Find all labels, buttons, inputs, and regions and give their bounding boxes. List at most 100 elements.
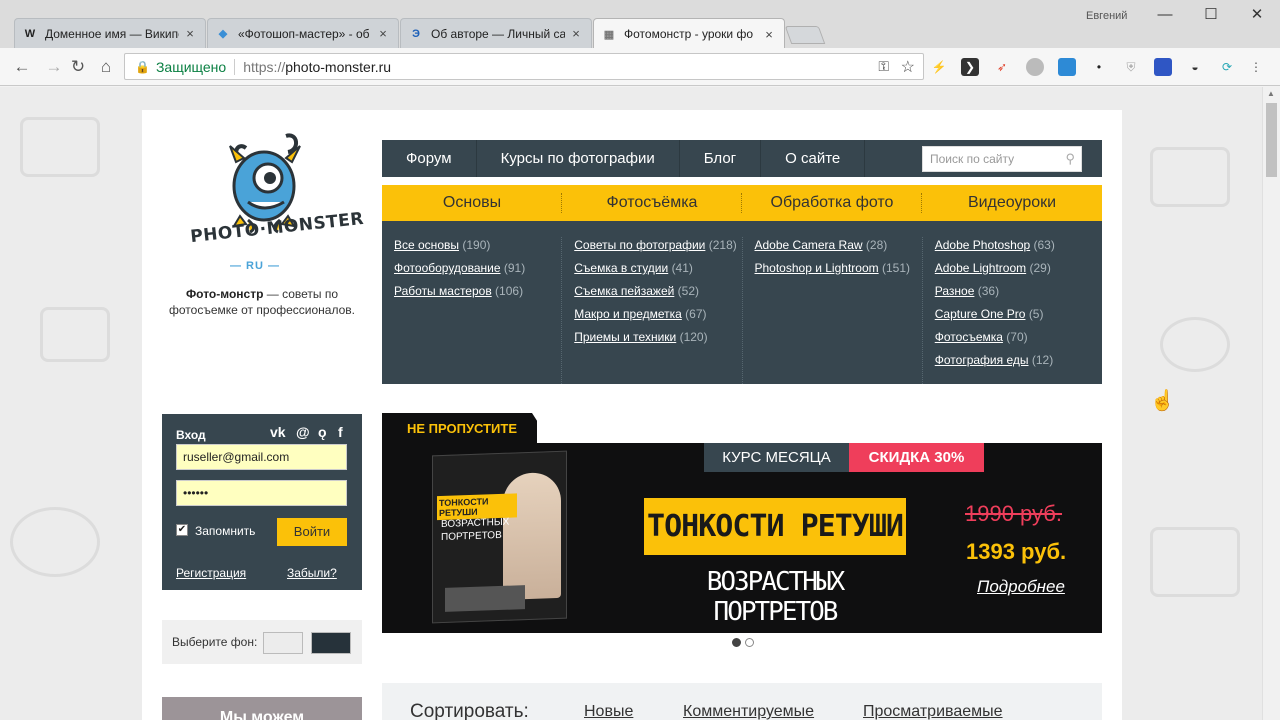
carousel-dot[interactable] [745, 638, 754, 647]
close-icon[interactable]: × [569, 26, 583, 41]
new-tab-button[interactable] [784, 26, 826, 44]
discount-badge: СКИДКА 30% [849, 443, 984, 472]
scroll-up-arrow-icon[interactable]: ▲ [1267, 89, 1275, 98]
category-link[interactable]: Приемы и техники (120) [574, 329, 741, 345]
monster-logo-icon[interactable] [188, 128, 338, 278]
scrollbar-thumb[interactable] [1266, 103, 1277, 177]
tab-photo-monster[interactable]: ▦ Фотомонстр - уроки фо × [593, 18, 785, 49]
close-icon[interactable]: × [762, 27, 776, 42]
cup-extension-icon[interactable]: ◒ [1186, 58, 1204, 76]
category-basics[interactable]: Основы [382, 185, 562, 221]
more-link[interactable]: Подробнее [977, 577, 1065, 597]
light-background-swatch[interactable] [263, 632, 303, 654]
close-window-button[interactable]: ✕ [1234, 4, 1280, 26]
tab-wikipedia[interactable]: W Доменное имя — Википедия × [14, 18, 206, 48]
sort-newest[interactable]: Новые [584, 703, 633, 720]
site-page: PHOTO·MONSTER — RU — Фото-монстр — совет… [142, 110, 1122, 720]
category-shooting[interactable]: Фотосъёмка [562, 185, 742, 221]
calendar-extension-icon[interactable] [1154, 58, 1172, 76]
odnoklassniki-icon[interactable]: ǫ [318, 424, 327, 440]
browser-toolbar: ← → ↻ ⌂ 🔒 Защищено https:// photo-monste… [0, 48, 1280, 86]
mail-icon[interactable]: @ [296, 424, 310, 440]
carousel-dots [732, 638, 754, 647]
facebook-icon[interactable]: f [338, 424, 343, 440]
vk-icon[interactable]: vk [270, 424, 286, 440]
nav-forum[interactable]: Форум [382, 140, 477, 177]
url-host: photo-monster.ru [285, 58, 392, 75]
close-icon[interactable]: × [376, 26, 390, 41]
register-link[interactable]: Регистрация [176, 566, 246, 580]
email-field[interactable] [176, 444, 347, 470]
tab-photoshop-master[interactable]: ◆ «Фотошоп-мастер» - об × [207, 18, 399, 48]
carousel-dot-active[interactable] [732, 638, 741, 647]
home-button[interactable]: ⌂ [95, 56, 117, 78]
key-icon[interactable]: ⚿ [878, 58, 889, 75]
login-button[interactable]: Войти [277, 518, 347, 546]
maximize-button[interactable]: ☐ [1188, 4, 1234, 26]
sort-viewed[interactable]: Просматриваемые [863, 703, 1003, 720]
globe-extension-icon[interactable] [1026, 58, 1044, 76]
sync-extension-icon[interactable]: ⟳ [1218, 58, 1236, 76]
category-link[interactable]: Съемка пейзажей (52) [574, 283, 741, 299]
page-scrollbar[interactable]: ▲ [1262, 87, 1280, 720]
sidebar-promo[interactable]: Мы можем [162, 697, 362, 720]
category-link[interactable]: Adobe Camera Raw (28) [755, 237, 922, 253]
category-video[interactable]: Видеоуроки [922, 185, 1102, 221]
tab-about-author[interactable]: Э Об авторе — Личный са × [400, 18, 592, 48]
nav-blog[interactable]: Блог [680, 140, 762, 177]
logo-ru: — RU — [230, 260, 280, 272]
password-field[interactable] [176, 480, 347, 506]
category-processing[interactable]: Обработка фото [742, 185, 922, 221]
category-link[interactable]: Capture One Pro (5) [935, 306, 1102, 322]
category-link[interactable]: Макро и предметка (67) [574, 306, 741, 322]
code-extension-icon[interactable]: ❯ [961, 58, 979, 76]
category-link[interactable]: Разное (36) [935, 283, 1102, 299]
bookmark-star-icon[interactable]: ☆ [901, 57, 915, 77]
forward-button[interactable]: → [43, 56, 65, 78]
profile-name[interactable]: Евгений [1086, 10, 1127, 22]
category-link[interactable]: Фотосъемка (70) [935, 329, 1102, 345]
lightning-extension-icon[interactable]: ⚡ [930, 58, 948, 76]
close-icon[interactable]: × [183, 26, 197, 41]
back-button[interactable]: ← [11, 56, 33, 78]
dark-background-swatch[interactable] [311, 632, 351, 654]
course-banner[interactable]: КУРС МЕСЯЦА СКИДКА 30% ТОНКОСТИ РЕТУШИ В… [382, 443, 1102, 633]
category-link[interactable]: Все основы (190) [394, 237, 561, 253]
forgot-password-link[interactable]: Забыли? [287, 566, 337, 580]
nav-about[interactable]: О сайте [761, 140, 866, 177]
category-column-basics: Все основы (190) Фотооборудование (91) Р… [382, 237, 563, 384]
background-camera-pattern [1160, 317, 1230, 372]
minimize-button[interactable]: — [1142, 4, 1188, 26]
category-link[interactable]: Фотография еды (12) [935, 352, 1102, 368]
remember-checkbox[interactable]: ✔ [176, 524, 188, 536]
arrow-extension-icon[interactable]: ➶ [993, 58, 1011, 76]
reload-button[interactable]: ↻ [67, 56, 89, 78]
hand-cursor-icon: ☝ [1150, 390, 1175, 412]
screenshot-extension-icon[interactable] [1058, 58, 1076, 76]
site-search-input[interactable]: Поиск по сайту ⚲ [922, 146, 1082, 172]
shield-extension-icon[interactable]: ⛨ [1122, 58, 1140, 76]
photo-monster-icon: ▦ [603, 28, 615, 41]
counter-extension-icon[interactable]: • [1090, 58, 1108, 76]
background-picker-label: Выберите фон: [172, 635, 258, 649]
category-link[interactable]: Съемка в студии (41) [574, 260, 741, 276]
photoshop-master-icon: ◆ [218, 28, 228, 40]
tab-title: Об авторе — Личный са [431, 26, 565, 41]
category-link[interactable]: Photoshop и Lightroom (151) [755, 260, 922, 276]
banner-headline: ТОНКОСТИ РЕТУШИ [644, 498, 906, 555]
search-icon[interactable]: ⚲ [1065, 147, 1075, 171]
remember-label: Запомнить [195, 524, 256, 538]
category-link[interactable]: Adobe Lightroom (29) [935, 260, 1102, 276]
wikipedia-icon: W [24, 27, 36, 40]
sort-commented[interactable]: Комментируемые [683, 703, 814, 720]
category-link[interactable]: Работы мастеров (106) [394, 283, 561, 299]
category-link[interactable]: Adobe Photoshop (63) [935, 237, 1102, 253]
category-column-shooting: Советы по фотографии (218) Съемка в студ… [562, 237, 743, 384]
course-of-month-badge: КУРС МЕСЯЦА [704, 443, 849, 472]
category-link[interactable]: Фотооборудование (91) [394, 260, 561, 276]
background-camera-pattern [40, 307, 110, 362]
menu-icon[interactable]: ⋮ [1247, 58, 1265, 76]
category-link[interactable]: Советы по фотографии (218) [574, 237, 741, 253]
nav-courses[interactable]: Курсы по фотографии [477, 140, 680, 177]
address-bar[interactable]: 🔒 Защищено https:// photo-monster.ru ⚿ ☆ [124, 53, 924, 80]
